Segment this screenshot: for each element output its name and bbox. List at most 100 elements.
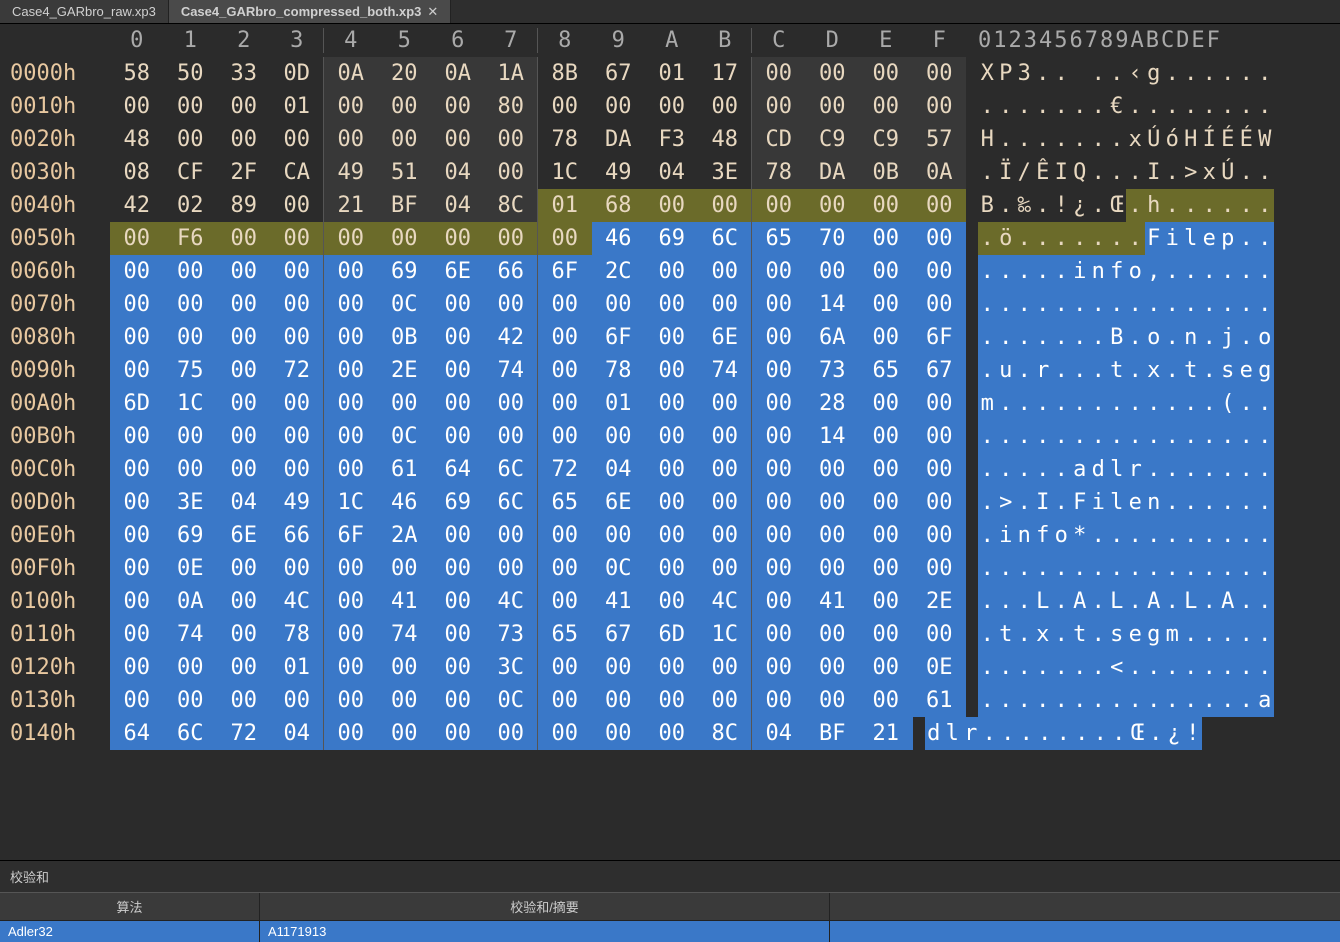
byte-cell[interactable]: 01 bbox=[645, 57, 699, 90]
byte-cell[interactable]: 00 bbox=[859, 288, 913, 321]
byte-cell[interactable]: 6C bbox=[485, 453, 539, 486]
byte-cell[interactable]: 00 bbox=[913, 57, 967, 90]
byte-cell[interactable]: 65 bbox=[859, 354, 913, 387]
ascii-cell[interactable]: ...............a bbox=[966, 684, 1286, 717]
byte-cell[interactable]: 04 bbox=[752, 717, 806, 750]
byte-cell[interactable]: 74 bbox=[699, 354, 753, 387]
byte-cell[interactable]: 6E bbox=[699, 321, 753, 354]
hex-row[interactable]: 00D0h003E04491C46696C656E000000000000.>.… bbox=[10, 486, 1330, 519]
byte-cell[interactable]: 78 bbox=[752, 156, 806, 189]
byte-cell[interactable]: 00 bbox=[592, 420, 646, 453]
byte-cell[interactable]: 69 bbox=[645, 222, 699, 255]
byte-cell[interactable]: 00 bbox=[110, 354, 164, 387]
byte-cell[interactable]: 67 bbox=[592, 57, 646, 90]
byte-cell[interactable]: 00 bbox=[645, 717, 699, 750]
byte-cell[interactable]: 72 bbox=[538, 453, 592, 486]
byte-cell[interactable]: 42 bbox=[485, 321, 539, 354]
close-icon[interactable]: ✕ bbox=[427, 4, 438, 20]
byte-cell[interactable]: 00 bbox=[378, 651, 432, 684]
byte-cell[interactable]: 00 bbox=[645, 585, 699, 618]
byte-cell[interactable]: 0B bbox=[859, 156, 913, 189]
byte-cell[interactable]: 00 bbox=[538, 354, 592, 387]
byte-cell[interactable]: 00 bbox=[485, 552, 539, 585]
byte-cell[interactable]: 00 bbox=[431, 420, 485, 453]
byte-cell[interactable]: 20 bbox=[378, 57, 432, 90]
byte-cell[interactable]: 00 bbox=[913, 288, 967, 321]
byte-cell[interactable]: 73 bbox=[806, 354, 860, 387]
byte-cell[interactable]: 65 bbox=[752, 222, 806, 255]
byte-cell[interactable]: 74 bbox=[164, 618, 218, 651]
byte-cell[interactable]: C9 bbox=[859, 123, 913, 156]
hex-row[interactable]: 0030h08CF2FCA495104001C49043E78DA0B0A.Ï/… bbox=[10, 156, 1330, 189]
byte-cell[interactable]: 00 bbox=[431, 519, 485, 552]
hex-row[interactable]: 0040h4202890021BF048C0168000000000000B.‰… bbox=[10, 189, 1330, 222]
byte-cell[interactable]: 00 bbox=[217, 288, 271, 321]
byte-cell[interactable]: 41 bbox=[378, 585, 432, 618]
byte-cell[interactable]: 00 bbox=[752, 651, 806, 684]
byte-cell[interactable]: 00 bbox=[485, 222, 539, 255]
byte-cell[interactable]: 68 bbox=[592, 189, 646, 222]
byte-cell[interactable]: 00 bbox=[752, 420, 806, 453]
byte-cell[interactable]: 00 bbox=[431, 354, 485, 387]
byte-cell[interactable]: 00 bbox=[645, 651, 699, 684]
byte-cell[interactable]: 00 bbox=[217, 90, 271, 123]
byte-cell[interactable]: 4C bbox=[485, 585, 539, 618]
byte-cell[interactable]: 00 bbox=[752, 90, 806, 123]
byte-cell[interactable]: 00 bbox=[110, 618, 164, 651]
byte-cell[interactable]: 6E bbox=[217, 519, 271, 552]
byte-cell[interactable]: F3 bbox=[645, 123, 699, 156]
byte-cell[interactable]: 00 bbox=[217, 387, 271, 420]
byte-cell[interactable]: 00 bbox=[913, 255, 967, 288]
byte-cell[interactable]: 00 bbox=[324, 684, 378, 717]
byte-cell[interactable]: 00 bbox=[217, 222, 271, 255]
byte-cell[interactable]: 8C bbox=[699, 717, 753, 750]
byte-cell[interactable]: 00 bbox=[217, 123, 271, 156]
col-algo[interactable]: 算法 bbox=[0, 893, 260, 920]
byte-cell[interactable]: 51 bbox=[378, 156, 432, 189]
hex-row[interactable]: 0010h00000001000000800000000000000000...… bbox=[10, 90, 1330, 123]
byte-cell[interactable]: 00 bbox=[110, 255, 164, 288]
hex-row[interactable]: 0000h5850330D0A200A1A8B67011700000000XP3… bbox=[10, 57, 1330, 90]
byte-cell[interactable]: 01 bbox=[592, 387, 646, 420]
byte-cell[interactable]: 00 bbox=[538, 585, 592, 618]
ascii-cell[interactable]: m............(.. bbox=[966, 387, 1286, 420]
byte-cell[interactable]: 00 bbox=[806, 57, 860, 90]
byte-cell[interactable]: 00 bbox=[538, 717, 592, 750]
hex-row[interactable]: 0080h00000000000B0042006F006E006A006F...… bbox=[10, 321, 1330, 354]
byte-cell[interactable]: 04 bbox=[592, 453, 646, 486]
byte-cell[interactable]: 00 bbox=[806, 651, 860, 684]
byte-cell[interactable]: 00 bbox=[699, 651, 753, 684]
byte-cell[interactable]: 00 bbox=[431, 222, 485, 255]
ascii-cell[interactable]: ................ bbox=[966, 552, 1286, 585]
byte-cell[interactable]: 00 bbox=[645, 486, 699, 519]
byte-cell[interactable]: 00 bbox=[431, 123, 485, 156]
byte-cell[interactable]: 65 bbox=[538, 486, 592, 519]
byte-cell[interactable]: 00 bbox=[431, 717, 485, 750]
byte-cell[interactable]: 00 bbox=[752, 387, 806, 420]
byte-cell[interactable]: 00 bbox=[913, 222, 967, 255]
byte-cell[interactable]: 00 bbox=[752, 288, 806, 321]
byte-cell[interactable]: 67 bbox=[913, 354, 967, 387]
hex-row[interactable]: 00E0h00696E666F2A00000000000000000000.in… bbox=[10, 519, 1330, 552]
byte-cell[interactable]: 00 bbox=[324, 288, 378, 321]
byte-cell[interactable]: 00 bbox=[752, 189, 806, 222]
byte-cell[interactable]: 0C bbox=[485, 684, 539, 717]
byte-cell[interactable]: 4C bbox=[271, 585, 325, 618]
byte-cell[interactable]: BF bbox=[806, 717, 860, 750]
byte-cell[interactable]: 0A bbox=[164, 585, 218, 618]
byte-cell[interactable]: 00 bbox=[324, 453, 378, 486]
byte-cell[interactable]: 2C bbox=[592, 255, 646, 288]
ascii-cell[interactable]: XP3.. ..‹g...... bbox=[966, 57, 1286, 90]
byte-cell[interactable]: 00 bbox=[164, 123, 218, 156]
byte-cell[interactable]: 00 bbox=[485, 288, 539, 321]
hex-row[interactable]: 0130h000000000000000C0000000000000061...… bbox=[10, 684, 1330, 717]
byte-cell[interactable]: 00 bbox=[752, 453, 806, 486]
byte-cell[interactable]: CD bbox=[752, 123, 806, 156]
byte-cell[interactable]: 3E bbox=[699, 156, 753, 189]
byte-cell[interactable]: 00 bbox=[271, 552, 325, 585]
hex-row[interactable]: 00C0h000000000061646C7204000000000000...… bbox=[10, 453, 1330, 486]
byte-cell[interactable]: 00 bbox=[431, 618, 485, 651]
byte-cell[interactable]: 00 bbox=[806, 618, 860, 651]
byte-cell[interactable]: BF bbox=[378, 189, 432, 222]
byte-cell[interactable]: 00 bbox=[164, 90, 218, 123]
